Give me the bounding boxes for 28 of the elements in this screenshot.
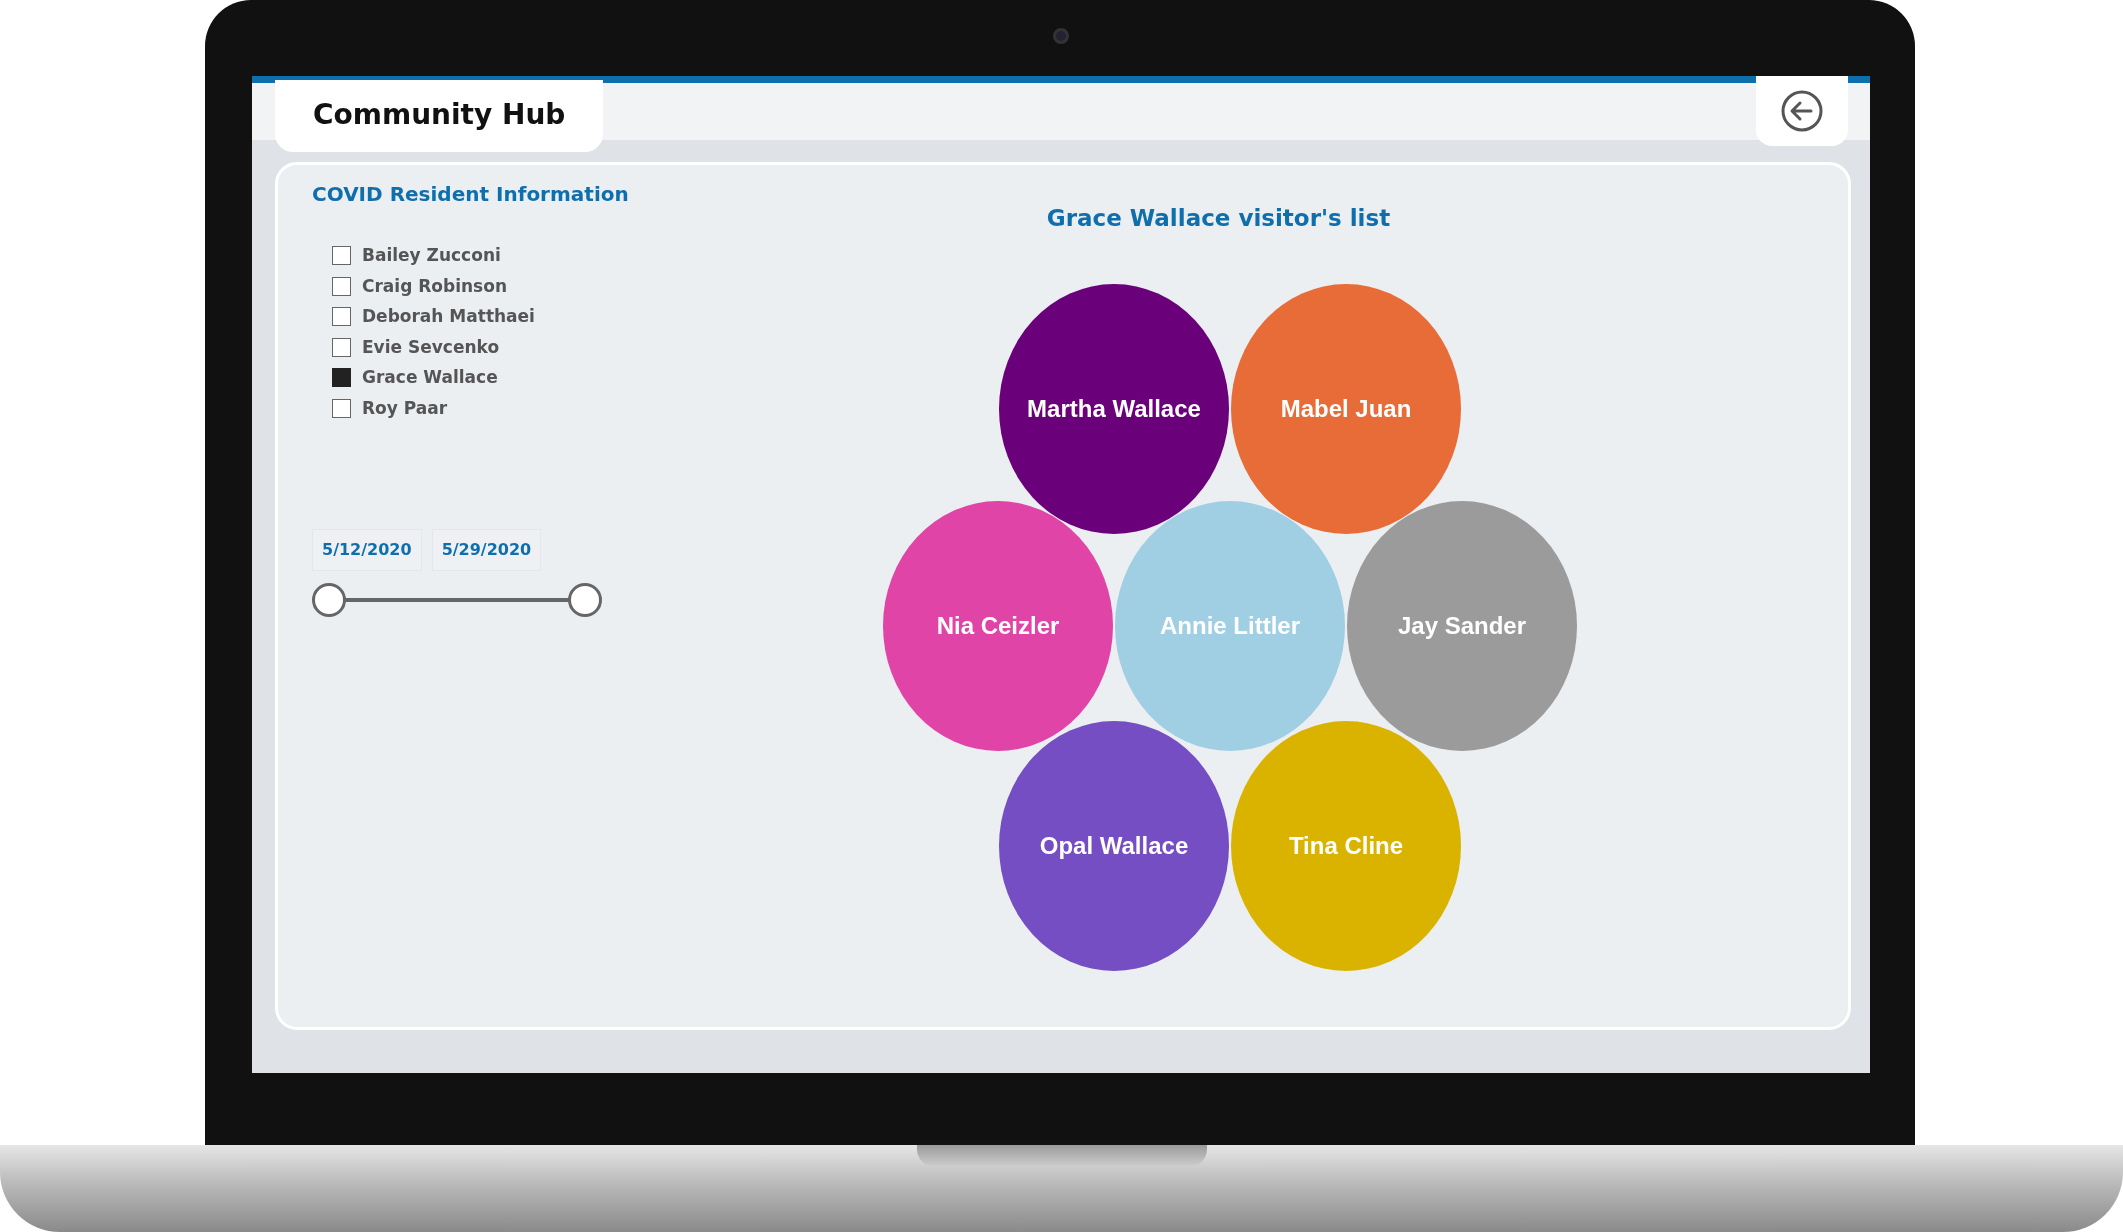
resident-name[interactable]: Craig Robinson bbox=[362, 273, 507, 299]
end-date[interactable]: 5/29/2020 bbox=[431, 529, 542, 571]
resident-name[interactable]: Evie Sevcenko bbox=[362, 334, 500, 360]
start-date[interactable]: 5/12/2020 bbox=[312, 529, 422, 571]
panel-title: COVID Resident Information bbox=[312, 181, 629, 208]
checkbox[interactable] bbox=[332, 276, 351, 296]
visitor-name: Annie Littler bbox=[1160, 611, 1300, 639]
visitor-name: Mabel Juan bbox=[1280, 394, 1412, 422]
checkbox[interactable] bbox=[332, 246, 351, 266]
visitor-name: Jay Sander bbox=[1397, 611, 1527, 639]
app-title: Community Hub bbox=[275, 80, 604, 152]
checkbox[interactable] bbox=[332, 337, 351, 357]
visitor-name: Nia Ceizler bbox=[936, 611, 1060, 639]
slider-handle[interactable] bbox=[568, 583, 602, 617]
checkbox[interactable] bbox=[332, 368, 351, 388]
visitor-name: Martha Wallace bbox=[1027, 394, 1201, 422]
resident-name[interactable]: Roy Paar bbox=[362, 395, 448, 421]
visitor-name: Opal Wallace bbox=[1039, 831, 1189, 859]
resident-name[interactable]: Grace Wallace bbox=[362, 365, 498, 391]
camera-icon bbox=[1053, 28, 1069, 44]
chart-title: Grace Wallace visitor's list bbox=[1046, 204, 1391, 233]
resident-name[interactable]: Bailey Zucconi bbox=[362, 243, 501, 269]
resident-name[interactable]: Deborah Matthaei bbox=[362, 304, 535, 330]
checkbox[interactable] bbox=[332, 398, 351, 418]
checkbox[interactable] bbox=[332, 307, 351, 327]
visitor-name: Tina Cline bbox=[1288, 831, 1404, 859]
slider-handle[interactable] bbox=[312, 583, 346, 617]
back-button[interactable] bbox=[1756, 76, 1848, 146]
